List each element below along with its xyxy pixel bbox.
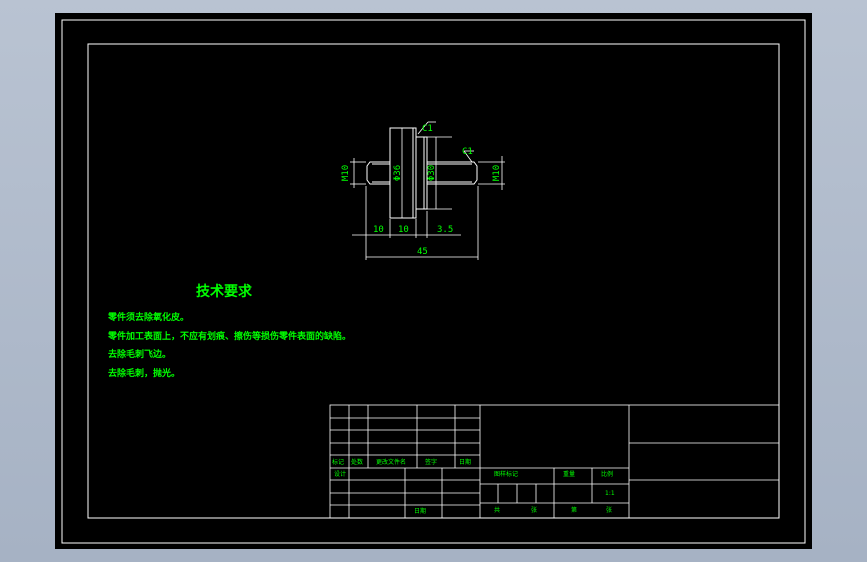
dim-len-left: 10 bbox=[373, 225, 384, 235]
dim-len-collar: 10 bbox=[398, 225, 409, 235]
inner-frame bbox=[87, 43, 780, 519]
shaft-part bbox=[366, 127, 478, 219]
tb-date-label: 日期 bbox=[414, 508, 427, 515]
tb-sheet-no-unit: 张 bbox=[606, 507, 613, 514]
left-thread-outline bbox=[366, 161, 390, 185]
tb-header-date: 日期 bbox=[459, 459, 472, 466]
tb-weight-label: 重量 bbox=[563, 471, 576, 478]
tb-design-label: 设计 bbox=[334, 471, 347, 478]
tb-scale-label: 比例 bbox=[601, 471, 614, 478]
tb-header-count: 处数 bbox=[351, 459, 364, 466]
dim-chamfer-collar: C1 bbox=[422, 124, 433, 134]
tb-header-change-doc: 更改文件名 bbox=[376, 459, 407, 466]
dim-collar-diameter: Φ36 bbox=[393, 165, 403, 181]
tb-header-mark: 标记 bbox=[332, 459, 345, 466]
tb-sheet-no-label: 第 bbox=[571, 507, 578, 514]
dim-chamfer-thread: C1 bbox=[462, 147, 473, 157]
tb-sheet-label: 张 bbox=[531, 507, 538, 514]
tech-req-item-2: 零件加工表面上，不应有划痕、擦伤等损伤零件表面的缺陷。 bbox=[108, 332, 352, 342]
dim-len-shoulder: 3.5 bbox=[437, 225, 453, 235]
cad-drawing: M10 Φ36 Φ30 M10 C1 C1 10 10 3.5 45 bbox=[61, 19, 806, 544]
tb-header-signature: 签字 bbox=[425, 459, 438, 466]
dim-right-thread: M10 bbox=[492, 165, 502, 181]
tb-stage-label: 图样标记 bbox=[494, 471, 519, 478]
dim-len-total: 45 bbox=[417, 247, 428, 257]
tb-total-label: 共 bbox=[494, 507, 501, 514]
dim-left-thread: M10 bbox=[341, 165, 351, 181]
dim-shoulder-diameter: Φ30 bbox=[427, 165, 437, 181]
shoulder bbox=[416, 136, 428, 210]
tb-scale-value: 1:1 bbox=[605, 490, 615, 497]
tech-req-item-1: 零件须去除氧化皮。 bbox=[108, 313, 190, 323]
tech-req-item-4: 去除毛刺，抛光。 bbox=[108, 369, 181, 379]
tech-req-title: 技术要求 bbox=[196, 284, 252, 300]
tech-req-item-3: 去除毛刺飞边。 bbox=[108, 350, 172, 360]
